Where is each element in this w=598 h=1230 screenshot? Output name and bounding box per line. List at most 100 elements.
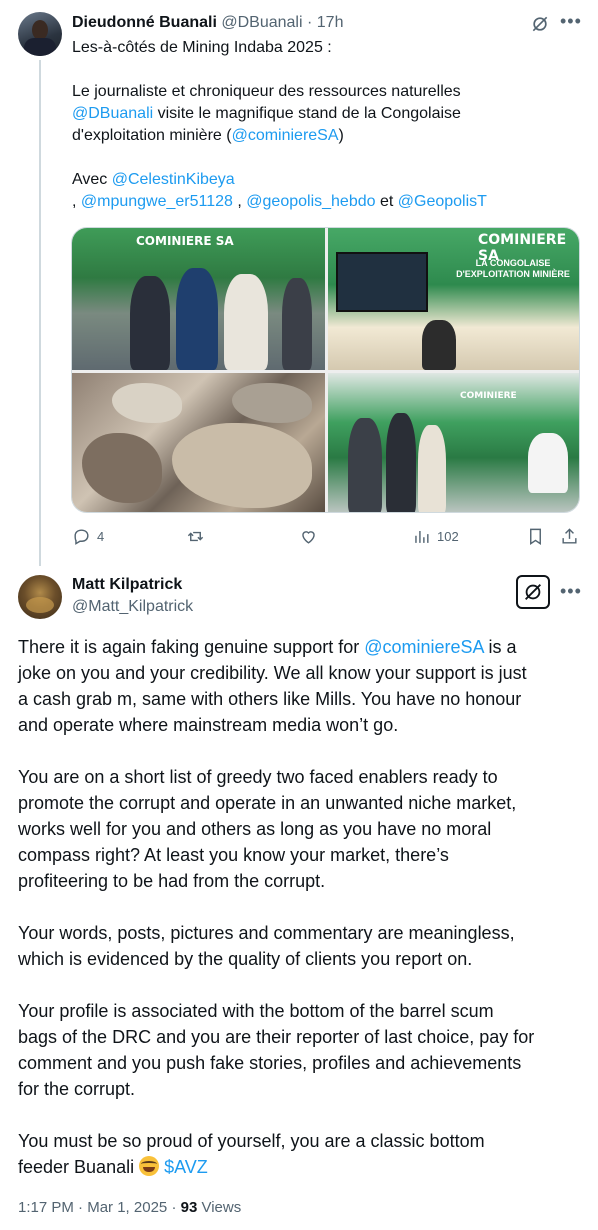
author-name[interactable]: Matt Kilpatrick [72, 575, 182, 595]
tweet-line-text: visite le magnifique stand de la Congola… [153, 105, 461, 122]
tweet-line: bags of the DRC and you are their report… [18, 1027, 535, 1047]
person-figure [348, 418, 382, 512]
person-figure [176, 268, 218, 370]
stand-banner-subtitle: LA CONGOLAISE D'EXPLOITATION MINIÈRE [456, 258, 570, 279]
mention-link[interactable]: @CelestinKibeya [112, 171, 235, 188]
photo-mineral-samples[interactable] [72, 373, 325, 512]
tweet-paragraph: Your words, posts, pictures and commenta… [18, 920, 583, 972]
stand-banner-text: COMINIERE SA [136, 234, 234, 248]
tweet-line: a cash grab m, same with others like Mil… [18, 689, 522, 709]
tweet-line: profiteering to be had from the corrupt. [18, 871, 326, 891]
person-figure [282, 278, 312, 370]
tweet-timestamp-meta: 1:17 PM · Mar 1, 2025 · 93 Views [18, 1198, 241, 1218]
tweet-time[interactable]: 17h [317, 14, 344, 31]
header-separator: · [306, 14, 313, 31]
tweet-paragraph: You are on a short list of greedy two fa… [18, 764, 583, 894]
tweet-paragraph: Your profile is associated with the bott… [18, 998, 583, 1102]
mention-link[interactable]: @cominiereSA [364, 637, 483, 657]
views-button[interactable]: 102 [412, 527, 459, 546]
rock-sample [172, 423, 312, 508]
tweet-dbuanali[interactable]: Dieudonné Buanali @DBuanali · 17h ••• Le… [0, 0, 598, 566]
photo-booth-hall[interactable]: COMINIERE [328, 373, 579, 512]
mention-link[interactable]: @geopolis_hebdo [246, 193, 375, 210]
meta-separator: · [78, 1199, 84, 1216]
person-figure [418, 425, 446, 512]
tweet-line: Your words, posts, pictures and commenta… [18, 923, 515, 943]
person-figure [386, 413, 416, 512]
tweet-line-text: Avec [72, 171, 112, 188]
tweet-body: There it is again faking genuine support… [18, 634, 583, 1180]
tweet-line-text: , [232, 193, 247, 210]
tweet-time[interactable]: 1:17 PM [18, 1199, 74, 1216]
tweet-line: Le journaliste et chroniqueur des ressou… [72, 83, 461, 100]
furniture [528, 433, 568, 493]
photo-stand-visitors[interactable]: COMINIERE SA [72, 228, 325, 370]
views-count: 93 [180, 1199, 198, 1216]
author-handle[interactable]: @DBuanali [221, 14, 302, 31]
rock-sample [232, 383, 312, 423]
grok-button[interactable] [516, 575, 550, 609]
tweet-paragraph: There it is again faking genuine support… [18, 634, 583, 738]
person-figure [224, 274, 268, 370]
person-figure [422, 320, 456, 370]
tweet-line: comment and you push fake stories, profi… [18, 1053, 522, 1073]
reply-button[interactable]: 4 [72, 527, 104, 546]
tweet-paragraph: You must be so proud of yourself, you ar… [18, 1128, 583, 1180]
tweet-line: promote the corrupt and operate in an un… [18, 793, 517, 813]
grok-icon[interactable] [530, 14, 550, 34]
tweet-line-text: ) [338, 127, 344, 144]
mention-link[interactable]: @mpungwe_er51128 [81, 193, 233, 210]
repost-icon [187, 531, 204, 542]
repost-button[interactable] [186, 527, 211, 546]
tweet-line: joke on you and your credibility. We all… [18, 663, 527, 683]
photo-stand-booth[interactable]: COMINIERE SA LA CONGOLAISE D'EXPLOITATIO… [328, 228, 579, 370]
media-grid: COMINIERE SA COMINIERE SA LA CONGOLAISE … [71, 227, 580, 513]
tweet-line-text: There it is again faking genuine support… [18, 637, 365, 657]
bookmark-icon[interactable] [526, 527, 545, 546]
mention-link[interactable]: @GeopolisT [398, 193, 487, 210]
tweet-text: Les-à-côtés de Mining Indaba 2025 : Le j… [72, 37, 572, 213]
avatar-body [24, 38, 56, 56]
analytics-icon [415, 530, 429, 543]
avatar[interactable] [18, 575, 62, 619]
person-figure [130, 276, 170, 370]
more-options-icon[interactable]: ••• [560, 582, 582, 600]
meta-separator: · [171, 1199, 177, 1216]
tweet-line-text: , [72, 193, 81, 210]
tweet-line: which is evidenced by the quality of cli… [18, 949, 473, 969]
avatar[interactable] [18, 12, 62, 56]
views-label: Views [201, 1199, 242, 1216]
mention-link[interactable]: @cominiereSA [232, 127, 339, 144]
grok-icon [525, 584, 541, 600]
mention-link[interactable]: @DBuanali [72, 105, 153, 122]
author-name[interactable]: Dieudonné Buanali [72, 14, 217, 31]
like-button[interactable] [299, 527, 324, 546]
cashtag-link[interactable]: $AVZ [164, 1157, 208, 1177]
heart-icon [302, 531, 315, 544]
tweet-line: You are on a short list of greedy two fa… [18, 767, 498, 787]
tweet-line: Your profile is associated with the bott… [18, 1001, 494, 1021]
tweet-line: works well for you and others as long as… [18, 819, 492, 839]
tweet-line-text: feeder Buanali [18, 1157, 140, 1177]
share-icon[interactable] [560, 527, 579, 546]
stand-banner-text: COMINIERE [460, 391, 517, 401]
tweet-date[interactable]: Mar 1, 2025 [87, 1199, 167, 1216]
tears-of-joy-emoji-icon [139, 1156, 160, 1176]
avatar-face [32, 20, 48, 40]
more-options-icon[interactable]: ••• [560, 12, 582, 30]
tweet-line-text: is a [483, 637, 517, 657]
reply-count: 4 [97, 529, 105, 544]
rock-sample [82, 433, 162, 503]
views-count: 102 [437, 529, 459, 544]
tweet-line: and operate where mainstream media won’t… [18, 715, 399, 735]
tweet-line: compass right? At least you know your ma… [18, 845, 449, 865]
booth-screen [336, 252, 428, 312]
tweet-header: Dieudonné Buanali @DBuanali · 17h [72, 13, 343, 33]
rock-sample [112, 383, 182, 423]
reply-icon [74, 529, 89, 545]
tweet-line-text: et [375, 193, 398, 210]
author-handle[interactable]: @Matt_Kilpatrick [72, 597, 193, 617]
tweet-line: for the corrupt. [18, 1079, 136, 1099]
tweet-actions: 4 102 [72, 527, 582, 549]
tweet-line: You must be so proud of yourself, you ar… [18, 1131, 485, 1151]
